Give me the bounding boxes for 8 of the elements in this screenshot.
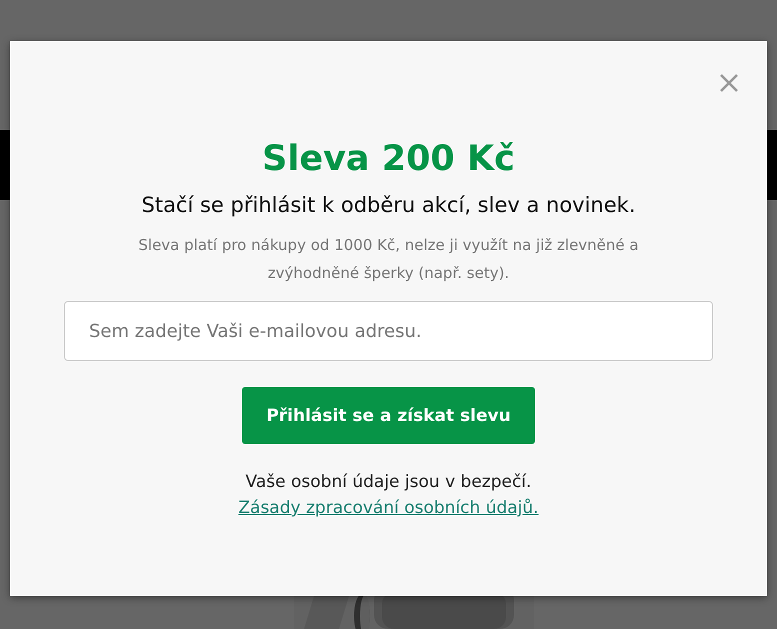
popup-subtitle: Stačí se přihlásit k odběru akcí, slev a novinek. — [142, 193, 636, 217]
popup-title: Sleva 200 Kč — [262, 138, 515, 181]
email-field[interactable]: Sem zadejte Vaši e-mailovou adresu. — [64, 301, 713, 361]
subscribe-button[interactable]: Přihlásit se a získat slevu — [242, 387, 535, 444]
discount-note: Sleva platí pro nákupy od 1000 Kč, nelze ji využít na již zlevněné a zvýhodněné šperky (např. sety). — [137, 235, 640, 284]
close-icon[interactable] — [719, 73, 739, 93]
privacy-note: Vaše osobní údaje jsou v bezpečí. — [246, 472, 532, 492]
privacy-link[interactable]: Zásady zpracování osobních údajů. — [238, 498, 539, 518]
